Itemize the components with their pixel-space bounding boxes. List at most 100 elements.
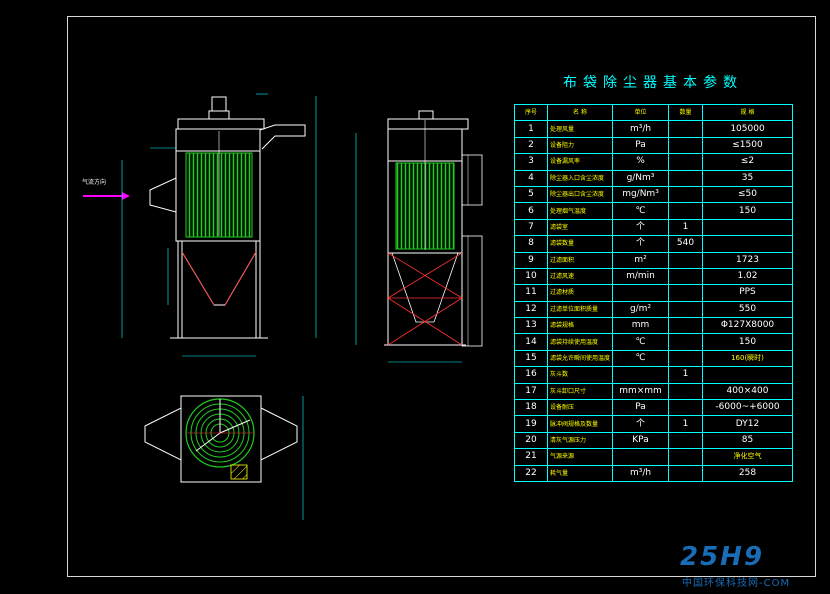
row-number: 4 [514, 169, 548, 187]
row-qty: 1 [668, 218, 703, 237]
row-spec: 35 [702, 169, 793, 187]
table-row: 21 气源来源 净化空气 [514, 448, 793, 466]
row-name: 滤袋数量 [547, 235, 613, 253]
row-spec: ≤2 [702, 153, 793, 171]
table-row: 18 设备耐压 Pa -6000~+6000 [514, 399, 793, 417]
row-name: 脉冲阀规格及数量 [547, 415, 613, 433]
row-qty [668, 202, 703, 220]
row-unit: mm [612, 317, 669, 335]
header-name: 名 称 [547, 103, 613, 122]
row-number: 16 [514, 366, 548, 384]
row-number: 7 [514, 218, 548, 237]
row-name: 气源来源 [547, 448, 613, 466]
row-unit: Pa [612, 399, 669, 417]
row-unit: g/m² [612, 300, 669, 319]
row-number: 19 [514, 415, 548, 433]
header-unit: 单位 [612, 103, 669, 122]
row-number: 14 [514, 333, 548, 351]
row-unit: g/Nm³ [612, 169, 669, 187]
row-spec: 400×400 [702, 382, 793, 401]
row-spec: 85 [702, 431, 793, 450]
table-row: 7 滤袋室个 1 [514, 218, 793, 237]
table-row: 4 除尘器入口含尘浓度 g/Nm³ 35 [514, 169, 793, 187]
table-row: 6 处理烟气温度 ℃ 150 [514, 202, 793, 220]
row-name: 除尘器入口含尘浓度 [547, 169, 613, 187]
row-name: 清灰气源压力 [547, 431, 613, 450]
table-row: 8 滤袋数量个 540 [514, 235, 793, 253]
row-number: 21 [514, 448, 548, 466]
row-unit: m² [612, 251, 669, 269]
row-number: 8 [514, 235, 548, 253]
row-number: 1 [514, 120, 548, 138]
row-qty [668, 284, 703, 302]
row-name: 设备阻力 [547, 136, 613, 155]
row-spec [702, 366, 793, 384]
row-unit: 个 [612, 415, 669, 433]
row-name: 设备漏风率 [547, 153, 613, 171]
row-spec: DY12 [702, 415, 793, 433]
row-qty [668, 120, 703, 138]
row-spec: 258 [702, 464, 793, 482]
header-no: 序号 [514, 103, 548, 122]
row-number: 22 [514, 464, 548, 482]
row-qty [668, 333, 703, 351]
row-number: 17 [514, 382, 548, 401]
row-name: 过滤面积 [547, 251, 613, 269]
airflow-label: 气流方向 [82, 179, 107, 186]
row-number: 5 [514, 185, 548, 204]
row-name: 灰斗数 [547, 366, 613, 384]
table-row: 19 脉冲阀规格及数量个 1 DY12 [514, 415, 793, 433]
table-body: 1 处理风量 m³/h 105000 2 设备阻力 Pa ≤1500 3 设备漏风率% ≤2 4 除尘器… [514, 120, 793, 482]
row-qty [668, 317, 703, 335]
row-qty [668, 136, 703, 155]
front-view [83, 93, 317, 357]
row-spec: 105000 [702, 120, 793, 138]
row-unit: KPa [612, 431, 669, 450]
row-number: 3 [514, 153, 548, 171]
row-unit [612, 284, 669, 302]
header-spec: 规 格 [702, 103, 793, 122]
table-row: 20 清灰气源压力 KPa 85 [514, 431, 793, 450]
watermark-logo: 25H9 [680, 542, 765, 572]
table-row: 12 过滤单位面积质量 g/m² 550 [514, 300, 793, 319]
top-view [144, 395, 304, 520]
row-unit: m/min [612, 267, 669, 286]
row-spec: PPS [702, 284, 793, 302]
row-qty [668, 431, 703, 450]
row-name: 滤袋规格 [547, 317, 613, 335]
row-number: 20 [514, 431, 548, 450]
row-number: 9 [514, 251, 548, 269]
row-number: 13 [514, 317, 548, 335]
row-spec: 1.02 [702, 267, 793, 286]
row-number: 15 [514, 349, 548, 368]
table-row: 10 过滤风速 m/min 1.02 [514, 267, 793, 286]
row-spec [702, 218, 793, 237]
table-row: 17 灰斗卸口尺寸 mm×mm 400×400 [514, 382, 793, 401]
row-name: 滤袋室 [547, 218, 613, 237]
row-spec: ≤50 [702, 185, 793, 204]
table-header-row: 序号 名 称 单位 数量 规 格 [514, 103, 793, 122]
row-number: 18 [514, 399, 548, 417]
row-unit: m³/h [612, 120, 669, 138]
row-unit: mg/Nm³ [612, 185, 669, 204]
row-spec: 150 [702, 202, 793, 220]
row-unit: 个 [612, 218, 669, 237]
row-qty [668, 382, 703, 401]
row-spec: 160(瞬时) [702, 349, 793, 368]
row-name: 耗气量 [547, 464, 613, 482]
row-name: 除尘器出口含尘浓度 [547, 185, 613, 204]
row-number: 2 [514, 136, 548, 155]
row-qty [668, 153, 703, 171]
row-number: 12 [514, 300, 548, 319]
table-row: 2 设备阻力 Pa ≤1500 [514, 136, 793, 155]
row-unit: Pa [612, 136, 669, 155]
row-unit: ℃ [612, 333, 669, 351]
row-spec [702, 235, 793, 253]
row-name: 处理风量 [547, 120, 613, 138]
row-name: 处理烟气温度 [547, 202, 613, 220]
row-number: 10 [514, 267, 548, 286]
row-spec: 150 [702, 333, 793, 351]
row-qty [668, 267, 703, 286]
table-row: 9 过滤面积 m² 1723 [514, 251, 793, 269]
parameter-table: 序号 名 称 单位 数量 规 格 1 处理风量 m³/h 105000 2 设备阻力 Pa ≤… [514, 103, 793, 482]
